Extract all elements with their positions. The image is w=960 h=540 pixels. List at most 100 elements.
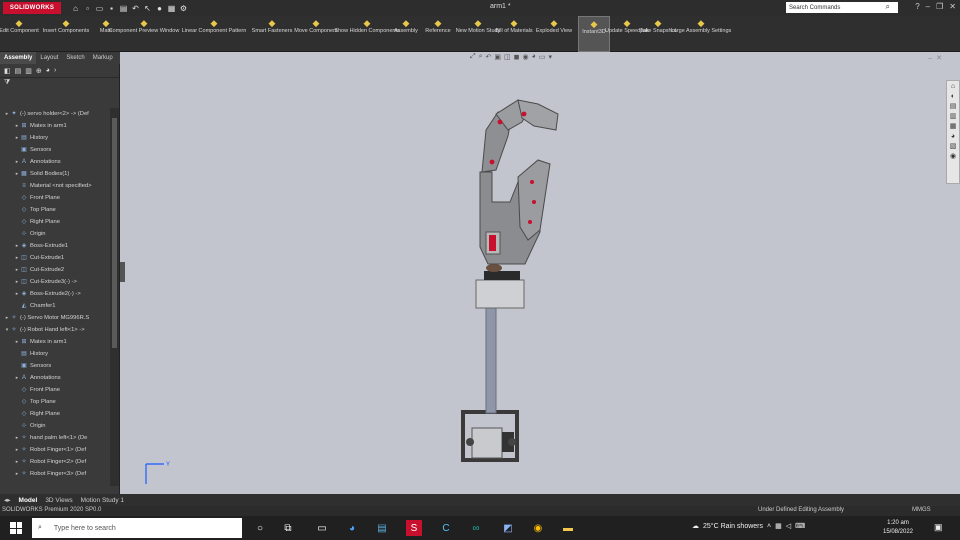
tree-item[interactable]: ▸ ✧ Robot Finger<1> (Def xyxy=(0,444,110,456)
help-icon[interactable]: ? xyxy=(915,2,919,11)
ribbon-button-14[interactable]: ◆ Update Speedpak xyxy=(605,16,649,52)
ribbon-button-4[interactable]: ◆ Linear Component Pattern xyxy=(172,16,256,52)
tree-scrollbar[interactable] xyxy=(110,108,119,486)
tree-item[interactable]: ◭ Chamfer1 xyxy=(0,300,110,312)
servo-motor-block[interactable] xyxy=(475,279,525,309)
support-rod[interactable] xyxy=(485,306,497,414)
ribbon-button-8[interactable]: ◆ Assembly xyxy=(390,16,422,52)
tree-item[interactable]: ▸ ⊞ Mates in arm1 xyxy=(0,336,110,348)
tab-sketch[interactable]: Sketch xyxy=(62,52,88,64)
weather-icon[interactable]: ☁ xyxy=(692,522,699,530)
volume-icon[interactable]: ◁ xyxy=(786,522,791,530)
tree-item[interactable]: ▸ ◈ Boss-Extrude1 xyxy=(0,240,110,252)
filter-icon[interactable]: ⧩ xyxy=(4,79,10,86)
tree-item[interactable]: ▸ ✧ hand palm left<1> (De xyxy=(0,432,110,444)
file-explorer-icon[interactable]: ▥ xyxy=(949,113,957,121)
tree-item[interactable]: ≡ Material <not specified> xyxy=(0,180,110,192)
ribbon-button-7[interactable]: ◆ Show Hidden Components xyxy=(334,16,399,52)
app-edge-icon[interactable]: ◕ xyxy=(344,520,360,536)
ribbon-button-16[interactable]: ◆ Large Assembly Settings xyxy=(671,16,732,52)
tree-item[interactable]: ◇ Right Plane xyxy=(0,216,110,228)
panel-splitter-handle[interactable] xyxy=(120,262,125,282)
feature-manager-icon[interactable]: ◧ xyxy=(4,67,11,75)
ribbon-button-5[interactable]: ◆ Smart Fasteners xyxy=(252,16,293,52)
tree-scrollbar-thumb[interactable] xyxy=(112,118,117,348)
dimxpert-icon[interactable]: ⊕ xyxy=(36,67,42,75)
taskbar-search-box[interactable]: ⌕ Type here to search xyxy=(32,518,242,538)
robot-arm-model[interactable]: Y xyxy=(120,52,960,494)
app-chat-icon[interactable]: ▤ xyxy=(374,520,390,536)
tree-item[interactable]: ◇ Right Plane xyxy=(0,408,110,420)
ribbon-button-3[interactable]: ◆ Component Preview Window xyxy=(109,16,180,52)
tab-scroll-arrows-icon[interactable]: ◂▸ xyxy=(0,496,15,504)
edit-appearance-icon[interactable]: ◕ xyxy=(532,53,536,61)
undo-icon[interactable]: ↶ xyxy=(131,4,140,13)
tree-item[interactable]: ▸ ⊞ Mates in arm1 xyxy=(0,120,110,132)
rebuild-icon[interactable]: ● xyxy=(155,4,164,13)
tree-item[interactable]: ◇ Top Plane xyxy=(0,396,110,408)
solidworks-taskbar-icon[interactable]: S xyxy=(406,520,422,536)
minimize-icon[interactable]: – xyxy=(926,2,930,11)
previous-view-icon[interactable]: ↶ xyxy=(486,53,492,61)
configuration-manager-icon[interactable]: ▥ xyxy=(25,67,32,75)
ribbon-button-12[interactable]: ◆ Exploded View xyxy=(531,16,577,52)
search-commands-input[interactable]: Search Commands ⌕ xyxy=(786,2,898,13)
tree-item[interactable]: ◇ Front Plane xyxy=(0,384,110,396)
close-icon[interactable]: ✕ xyxy=(949,2,956,11)
resources-icon[interactable]: ◐ xyxy=(949,93,957,101)
cortana-icon[interactable]: ○ xyxy=(252,520,268,536)
display-style-icon[interactable]: ◼ xyxy=(514,53,520,61)
tree-item[interactable]: ▸ ✦ (-) servo holder<2> -> (Def xyxy=(0,108,110,120)
tree-item[interactable]: ▣ Sensors xyxy=(0,144,110,156)
bottom-tab-motion-study-1[interactable]: Motion Study 1 xyxy=(77,497,128,504)
tree-item[interactable]: ▸ A Annotations xyxy=(0,156,110,168)
language-icon[interactable]: ⌨ xyxy=(795,522,805,530)
ribbon-button-11[interactable]: ◆ Bill of Materials xyxy=(495,16,532,52)
network-icon[interactable]: ▦ xyxy=(775,522,782,530)
tree-item[interactable]: ▸ ✧ (-) Servo Motor MG996R.S xyxy=(0,312,110,324)
taskbar-clock[interactable]: 1:20 am 15/08/2022 xyxy=(880,519,916,537)
home-pane-icon[interactable]: ⌂ xyxy=(949,83,957,91)
hide-show-icon[interactable]: ◉ xyxy=(522,53,528,61)
tree-item[interactable]: ▾ ✧ (-) Robot Hand left<1> -> xyxy=(0,324,110,336)
zoom-to-fit-icon[interactable]: ⤢ xyxy=(470,53,476,61)
ribbon-button-1[interactable]: ◆ Insert Components xyxy=(38,16,94,52)
arduino-icon[interactable]: ∞ xyxy=(468,520,484,536)
tree-item[interactable]: ▸ A Annotations xyxy=(0,372,110,384)
viewport-minimize-icon[interactable]: – xyxy=(928,55,936,62)
home-icon[interactable]: ⌂ xyxy=(71,4,80,13)
new-file-icon[interactable]: ▫ xyxy=(83,4,92,13)
task-view-icon[interactable]: ⧉ xyxy=(280,520,296,536)
tree-item[interactable]: ▸ ◫ Cut-Extrude1 xyxy=(0,252,110,264)
notifications-icon[interactable]: ▣ xyxy=(934,522,943,533)
bottom-tab-model[interactable]: Model xyxy=(15,497,42,504)
file-explorer-taskbar-icon[interactable]: ▬ xyxy=(560,520,576,536)
tab-markup[interactable]: Markup xyxy=(89,52,117,64)
search-icon[interactable]: ⌕ xyxy=(886,2,890,12)
design-library-icon[interactable]: ▤ xyxy=(949,103,957,111)
app-window-icon[interactable]: ▭ xyxy=(314,520,330,536)
tree-item[interactable]: ▸ ◫ Cut-Extrude2 xyxy=(0,264,110,276)
robot-finger-thumb[interactable] xyxy=(517,159,551,241)
tree-item[interactable]: ▣ Sensors xyxy=(0,360,110,372)
chrome-icon[interactable]: ◉ xyxy=(530,520,546,536)
custom-properties-icon[interactable]: ▧ xyxy=(949,143,957,151)
section-view-icon[interactable]: ▣ xyxy=(494,53,501,61)
property-manager-icon[interactable]: ▤ xyxy=(15,67,22,75)
restore-icon[interactable]: ❐ xyxy=(936,2,943,11)
tree-item[interactable]: ◇ Front Plane xyxy=(0,192,110,204)
save-icon[interactable]: ▪ xyxy=(107,4,116,13)
tab-assembly[interactable]: Assembly xyxy=(0,52,37,64)
view-orientation-icon[interactable]: ◫ xyxy=(504,53,511,61)
tree-filter[interactable]: ⧩ xyxy=(0,78,119,90)
file-properties-icon[interactable]: ▦ xyxy=(167,4,176,13)
tree-item[interactable]: ⊹ Origin xyxy=(0,420,110,432)
app-notes-icon[interactable]: ◩ xyxy=(500,520,516,536)
ribbon-button-10[interactable]: ◆ New Motion Study xyxy=(456,16,501,52)
tree-item[interactable]: ▸ ✧ Robot Finger<2> (Def xyxy=(0,456,110,468)
tree-more-icon[interactable]: › xyxy=(54,67,56,74)
tree-item[interactable]: ▤ History xyxy=(0,348,110,360)
options-icon[interactable]: ⚙ xyxy=(179,4,188,13)
solidworks-logo[interactable]: SOLIDWORKS xyxy=(3,2,61,14)
robot-finger-upper[interactable] xyxy=(481,99,559,173)
